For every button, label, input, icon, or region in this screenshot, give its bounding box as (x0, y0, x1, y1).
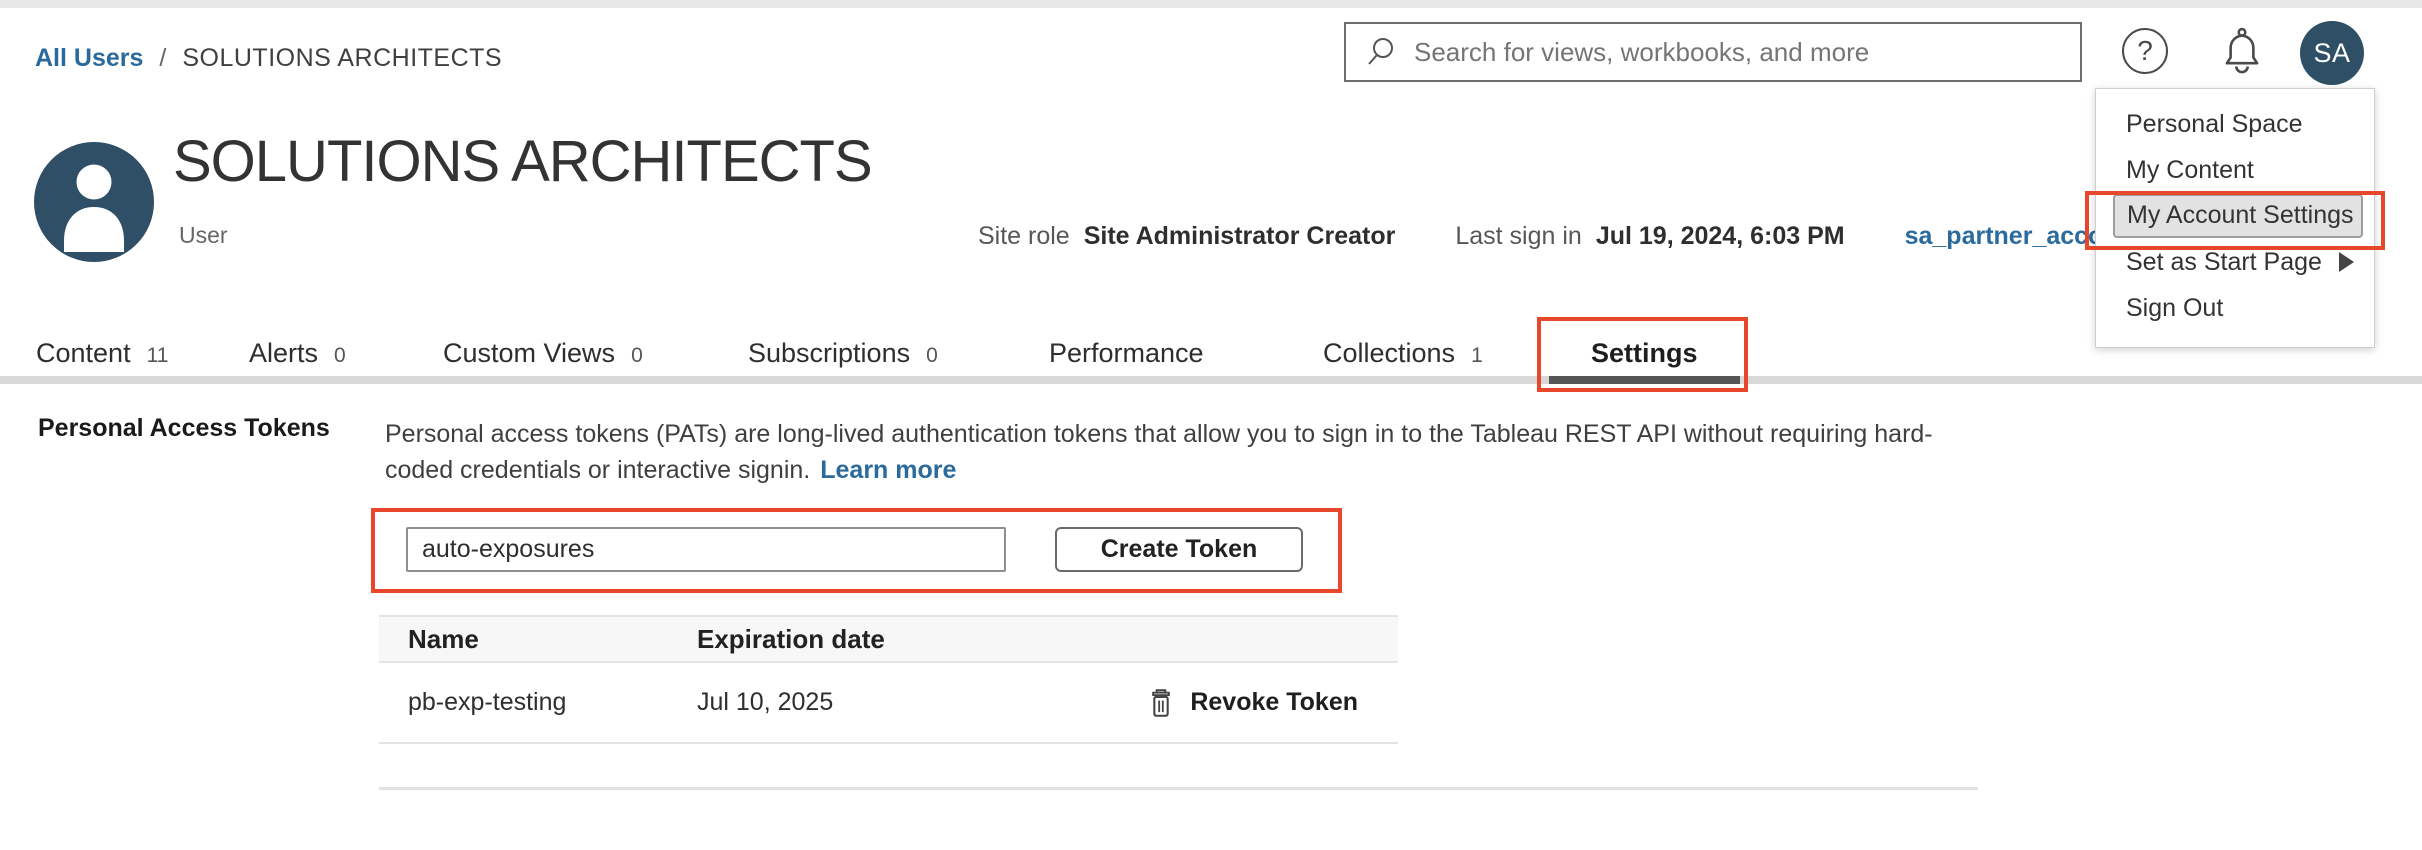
tab-label: Alerts (249, 338, 318, 369)
token-expiration-cell: Jul 10, 2025 (697, 688, 1117, 717)
site-role-label: Site role (978, 222, 1070, 251)
token-name-cell: pb-exp-testing (379, 688, 697, 717)
create-token-button[interactable]: Create Token (1055, 527, 1303, 572)
menu-item-my-account-settings[interactable]: My Account Settings (2096, 193, 2374, 239)
profile-subtitle: User (179, 222, 228, 249)
last-sign-in-value: Jul 19, 2024, 6:03 PM (1596, 222, 1845, 251)
tab-label: Subscriptions (748, 338, 910, 369)
profile-avatar (34, 142, 154, 262)
tab-count: 0 (631, 344, 643, 368)
tab-collections[interactable]: Collections 1 (1323, 338, 1483, 369)
tab-count: 1 (1471, 344, 1483, 368)
pat-description: Personal access tokens (PATs) are long-l… (385, 416, 1995, 488)
tab-label: Content (36, 338, 131, 369)
tab-alerts[interactable]: Alerts 0 (249, 338, 346, 369)
help-icon[interactable]: ? (2122, 28, 2168, 74)
tab-label: Collections (1323, 338, 1455, 369)
column-header-expiration: Expiration date (697, 624, 1117, 655)
token-row: pb-exp-testing Jul 10, 2025 Revoke Token (379, 663, 1398, 744)
page: All Users / SOLUTIONS ARCHITECTS ? SA Pe… (0, 0, 2422, 850)
tab-custom-views[interactable]: Custom Views 0 (443, 338, 643, 369)
search-input[interactable] (1412, 36, 2066, 69)
tab-count: 11 (147, 344, 169, 368)
account-name-link[interactable]: sa_partner_accou (1905, 222, 2119, 251)
profile-meta: Site role Site Administrator Creator Las… (978, 222, 2119, 251)
breadcrumb: All Users / SOLUTIONS ARCHITECTS (35, 44, 502, 73)
menu-item-my-content[interactable]: My Content (2096, 147, 2374, 193)
user-menu: Personal Space My Content My Account Set… (2095, 88, 2375, 348)
tab-bar-underline (0, 376, 2422, 384)
revoke-token-button[interactable]: Revoke Token (1190, 688, 1358, 717)
menu-item-label: Set as Start Page (2126, 248, 2322, 277)
tab-label: Custom Views (443, 338, 615, 369)
breadcrumb-current: SOLUTIONS ARCHITECTS (182, 44, 502, 73)
tab-bar: Content 11 Alerts 0 Custom Views 0 Subscrip… (0, 338, 2422, 376)
section-divider (379, 787, 1978, 790)
tab-count: 0 (926, 344, 938, 368)
window-top-strip (0, 0, 2422, 8)
tab-label: Settings (1591, 338, 1698, 369)
search-box[interactable] (1344, 22, 2082, 82)
notifications-bell-icon[interactable] (2216, 24, 2268, 78)
tab-settings[interactable]: Settings (1591, 338, 1698, 369)
avatar-initials: SA (2313, 38, 2350, 69)
learn-more-link[interactable]: Learn more (820, 456, 956, 484)
search-icon (1364, 35, 1398, 69)
column-header-name: Name (379, 624, 697, 655)
tab-count: 0 (334, 344, 346, 368)
page-title: SOLUTIONS ARCHITECTS (173, 128, 872, 195)
menu-item-label: Sign Out (2126, 294, 2223, 323)
tab-performance[interactable]: Performance (1049, 338, 1204, 369)
menu-item-label: My Account Settings (2113, 194, 2363, 238)
breadcrumb-separator: / (159, 44, 166, 73)
token-table-header: Name Expiration date (379, 615, 1398, 663)
menu-item-label: Personal Space (2126, 110, 2303, 139)
last-sign-in-label: Last sign in (1455, 222, 1581, 251)
user-avatar[interactable]: SA (2300, 21, 2364, 85)
submenu-arrow-icon (2339, 252, 2354, 272)
menu-item-set-as-start-page[interactable]: Set as Start Page (2096, 239, 2374, 285)
help-glyph: ? (2137, 35, 2153, 67)
token-name-input[interactable] (406, 527, 1006, 572)
tab-label: Performance (1049, 338, 1204, 369)
site-role-value: Site Administrator Creator (1084, 222, 1396, 251)
trash-icon[interactable] (1146, 686, 1176, 720)
menu-item-sign-out[interactable]: Sign Out (2096, 285, 2374, 331)
tab-subscriptions[interactable]: Subscriptions 0 (748, 338, 938, 369)
person-icon (34, 142, 154, 262)
active-tab-indicator (1549, 376, 1740, 384)
token-actions-cell: Revoke Token (1117, 686, 1398, 720)
pat-description-text: Personal access tokens (PATs) are long-l… (385, 420, 1933, 484)
menu-item-personal-space[interactable]: Personal Space (2096, 101, 2374, 147)
menu-item-label: My Content (2126, 156, 2254, 185)
breadcrumb-all-users-link[interactable]: All Users (35, 44, 143, 73)
token-table: Name Expiration date pb-exp-testing Jul … (379, 615, 1398, 744)
pat-section-heading: Personal Access Tokens (38, 414, 330, 443)
tab-content[interactable]: Content 11 (36, 338, 168, 369)
